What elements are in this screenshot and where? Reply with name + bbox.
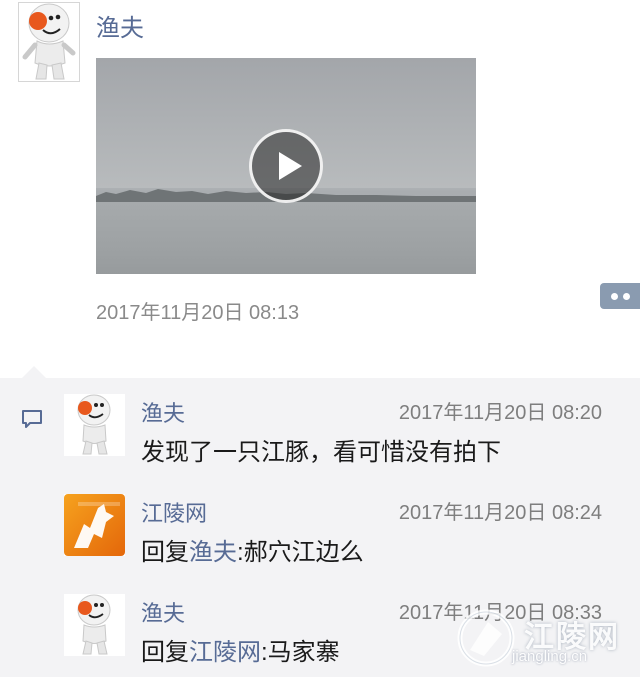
comment-timestamp: 2017年11月20日 08:24 <box>398 502 602 524</box>
snowman-avatar-icon <box>77 594 111 655</box>
snowman-avatar-icon <box>22 3 76 80</box>
more-actions-button[interactable] <box>600 283 640 309</box>
comment-item: 江陵网 2017年11月20日 08:24 回复渔夫:郝穴江边么 <box>0 494 640 594</box>
snowman-avatar-icon <box>77 394 111 455</box>
dot-icon <box>623 293 630 300</box>
commenter-name[interactable]: 渔夫 <box>141 396 185 428</box>
reply-mention[interactable]: 江陵网 <box>189 639 261 666</box>
comment-item: 渔夫 2017年11月20日 08:20 发现了一只江豚，看可惜没有拍下 <box>0 394 640 494</box>
comment-text: 发现了一只江豚，看可惜没有拍下 <box>141 439 501 466</box>
post-timestamp: 2017年11月20日 08:13 <box>96 302 300 324</box>
commenter-avatar[interactable] <box>64 494 125 556</box>
commenter-name[interactable]: 渔夫 <box>141 596 185 628</box>
fox-logo-icon <box>64 494 125 556</box>
comment-timestamp: 2017年11月20日 08:20 <box>398 402 602 424</box>
play-icon <box>279 152 302 180</box>
commenter-avatar[interactable] <box>64 594 125 656</box>
video-water <box>96 202 476 274</box>
reply-prefix: 回复 <box>141 639 189 666</box>
video-thumbnail[interactable] <box>96 58 476 274</box>
post-author-avatar[interactable] <box>18 2 80 82</box>
reply-text: :郝穴江边么 <box>237 539 364 566</box>
comment-text: 回复江陵网:马家寨 <box>141 632 340 667</box>
reply-prefix: 回复 <box>141 539 189 566</box>
reply-text: :马家寨 <box>261 639 340 666</box>
play-button[interactable] <box>249 129 323 203</box>
dot-icon <box>611 293 618 300</box>
reply-mention[interactable]: 渔夫 <box>189 539 237 566</box>
post-author-name[interactable]: 渔夫 <box>96 8 144 43</box>
commenter-avatar[interactable] <box>64 394 125 456</box>
watermark-url: jiangling.cn <box>512 648 588 665</box>
comment-panel-pointer <box>22 366 46 378</box>
commenter-name[interactable]: 江陵网 <box>141 496 207 528</box>
comment-text: 回复渔夫:郝穴江边么 <box>141 532 364 567</box>
